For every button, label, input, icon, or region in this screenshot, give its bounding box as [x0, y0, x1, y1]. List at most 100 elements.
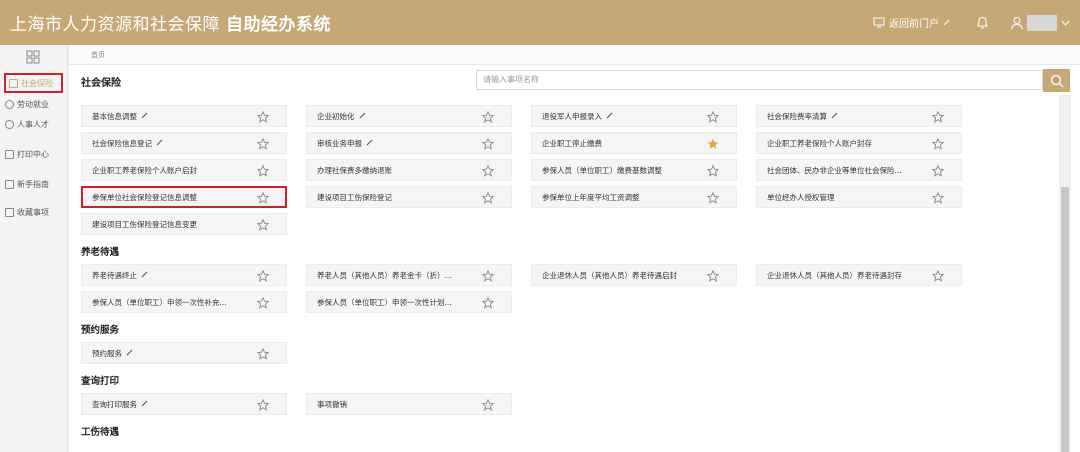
service-item-label: 参保人员（单位职工）缴费基数调整	[542, 165, 662, 175]
return-portal-label: 返回前门户	[889, 19, 939, 30]
pencil-icon	[141, 112, 148, 121]
sidebar-item-5[interactable]: 收藏事项	[5, 203, 65, 221]
breadcrumb-home[interactable]: 首页	[91, 51, 105, 59]
service-item-label: 养老人员（其他人员）养老金卡（折）...	[317, 270, 452, 280]
star-icon	[5, 207, 14, 217]
star-icon[interactable]	[256, 191, 270, 206]
bell-icon[interactable]	[976, 16, 989, 30]
service-item-label: 参保人员（单位职工）申领一次性补充...	[92, 297, 227, 307]
service-item-label: 建设项目工伤保险登记	[317, 192, 392, 202]
star-icon[interactable]	[481, 191, 495, 206]
service-item-label: 企业职工养老保险个人账户启封	[92, 165, 197, 175]
star-icon[interactable]	[931, 164, 945, 179]
service-item[interactable]: 查询打印服务	[81, 393, 287, 415]
sidebar-item-3[interactable]: 打印中心	[5, 145, 65, 163]
sidebar-item-1[interactable]: 劳动就业	[5, 95, 65, 113]
star-icon[interactable]	[481, 296, 495, 311]
return-portal-link[interactable]: 返回前门户	[873, 15, 950, 30]
pencil-icon	[606, 112, 613, 121]
service-item[interactable]: 办理社保费多缴纳退账	[306, 159, 512, 181]
star-filled-icon[interactable]	[707, 138, 719, 152]
sidebar-item-label: 收藏事项	[17, 207, 49, 217]
search-button[interactable]	[1043, 69, 1070, 92]
service-item[interactable]: 建设项目工伤保险登记	[306, 186, 512, 208]
star-icon[interactable]	[481, 269, 495, 284]
service-item[interactable]: 社会保险费率清算	[756, 105, 962, 127]
service-item[interactable]: 企业初始化	[306, 105, 512, 127]
star-icon[interactable]	[931, 191, 945, 206]
star-icon[interactable]	[706, 269, 720, 284]
monitor-icon	[873, 17, 885, 28]
star-icon[interactable]	[256, 218, 270, 233]
pencil-icon	[126, 349, 133, 358]
service-list: 基本信息调整 企业初始化 退役军人申报录入 社会保险费率清算社会保险信息登记 审核业务申…	[69, 95, 1059, 452]
star-icon[interactable]	[481, 164, 495, 179]
section-title: 工伤待遇	[81, 427, 120, 438]
page-title: 社会保险	[81, 78, 121, 89]
people-icon	[5, 119, 14, 129]
service-item[interactable]: 单位经办人授权管理	[756, 186, 962, 208]
pencil-icon	[156, 139, 163, 148]
service-item[interactable]: 企业职工养老保险个人账户启封	[81, 159, 287, 181]
service-item[interactable]: 事项撤销	[306, 393, 512, 415]
star-icon[interactable]	[931, 137, 945, 152]
app-title-text: 上海市人力资源和社会保障	[10, 15, 220, 35]
star-icon[interactable]	[706, 110, 720, 125]
star-icon[interactable]	[481, 110, 495, 125]
service-item[interactable]: 参保单位上年度平均工资调整	[531, 186, 737, 208]
service-item[interactable]: 参保人员（单位职工）申领一次性计划...	[306, 291, 512, 313]
service-item[interactable]: 企业职工养老保险个人账户封存	[756, 132, 962, 154]
star-icon[interactable]	[256, 164, 270, 179]
service-item[interactable]: 参保单位社会保险登记信息调整	[81, 186, 287, 208]
service-item[interactable]: 基本信息调整	[81, 105, 287, 127]
app-subtitle: 自助经办系统	[226, 15, 331, 35]
printer-icon	[5, 149, 14, 159]
service-item[interactable]: 企业退休人员（其他人员）养老待遇启封	[531, 264, 737, 286]
sidebar-item-4[interactable]: 新手指南	[5, 175, 65, 193]
service-item-label: 审核业务申报	[317, 138, 362, 148]
service-item[interactable]: 社会保险信息登记	[81, 132, 287, 154]
star-icon[interactable]	[256, 347, 270, 362]
scrollbar-thumb[interactable]	[1061, 187, 1069, 452]
sidebar-item-2[interactable]: 人事人才	[5, 115, 65, 133]
service-item[interactable]: 预约服务	[81, 342, 287, 364]
service-item-label: 社会保险费率清算	[767, 111, 827, 121]
search-input[interactable]: 请输入事项名称	[476, 70, 1043, 90]
service-item[interactable]: 企业职工停止缴费	[531, 132, 737, 154]
star-icon[interactable]	[256, 296, 270, 311]
service-item[interactable]: 企业退休人员（其他人员）养老待遇封存	[756, 264, 962, 286]
service-item-label: 基本信息调整	[92, 111, 137, 121]
star-icon[interactable]	[931, 110, 945, 125]
star-icon[interactable]	[256, 110, 270, 125]
service-item[interactable]: 参保人员（单位职工）申领一次性补充...	[81, 291, 287, 313]
star-icon[interactable]	[706, 164, 720, 179]
user-menu[interactable]	[1011, 14, 1070, 31]
service-item-label: 企业初始化	[317, 111, 355, 121]
grid-icon[interactable]	[26, 50, 40, 64]
service-item[interactable]: 建设项目工伤保险登记信息变更	[81, 213, 287, 235]
service-item[interactable]: 参保人员（单位职工）缴费基数调整	[531, 159, 737, 181]
person-icon	[5, 99, 14, 109]
service-item[interactable]: 退役军人申报录入	[531, 105, 737, 127]
star-icon[interactable]	[931, 269, 945, 284]
guide-icon	[5, 179, 14, 189]
pencil-icon	[831, 112, 838, 121]
sidebar-item-label: 社会保险	[21, 78, 53, 88]
star-icon[interactable]	[256, 137, 270, 152]
service-item[interactable]: 审核业务申报	[306, 132, 512, 154]
sidebar-item-label: 打印中心	[17, 149, 49, 159]
star-icon[interactable]	[481, 398, 495, 413]
service-item-label: 查询打印服务	[92, 399, 137, 409]
sidebar-item-label: 人事人才	[17, 119, 49, 129]
sidebar-item-0[interactable]: 社会保险	[4, 73, 63, 93]
star-icon[interactable]	[256, 398, 270, 413]
service-item[interactable]: 社会团体、民办非企业等单位社会保险...	[756, 159, 962, 181]
star-icon[interactable]	[706, 191, 720, 206]
service-item-label: 建设项目工伤保险登记信息变更	[92, 219, 197, 229]
service-item[interactable]: 养老待遇终止	[81, 264, 287, 286]
star-icon[interactable]	[256, 269, 270, 284]
star-icon[interactable]	[481, 137, 495, 152]
service-item[interactable]: 养老人员（其他人员）养老金卡（折）...	[306, 264, 512, 286]
breadcrumb: 首页	[69, 45, 1080, 65]
section-title: 预约服务	[81, 325, 120, 336]
